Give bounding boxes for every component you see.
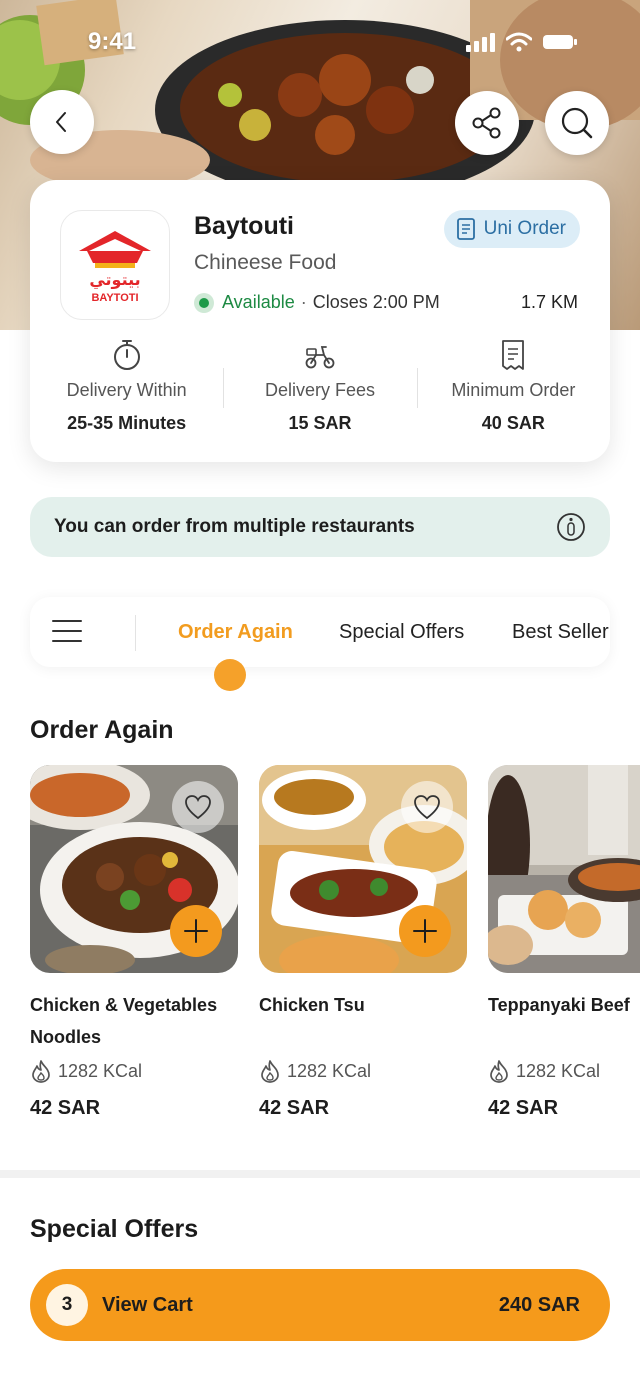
status-icons [466, 32, 578, 52]
stat-delivery-fees: Delivery Fees 15 SAR [223, 338, 416, 448]
svg-text:بيتوتي: بيتوتي [89, 270, 140, 290]
search-button[interactable] [545, 91, 609, 155]
order-again-list: Chicken & Vegetables Noodles 1282 KCal 4… [30, 765, 640, 1135]
category-tabs: Order Again Special Offers Best Seller [30, 597, 610, 667]
tab-special-offers[interactable]: Special Offers [339, 621, 464, 644]
food-calories: 1282 KCal [488, 1059, 640, 1083]
restaurant-logo: بيتوتي BAYTOTI [60, 210, 170, 320]
share-button[interactable] [455, 91, 519, 155]
signal-icon [466, 33, 495, 52]
menu-doc-icon [456, 218, 475, 240]
heart-icon [185, 795, 211, 820]
cart-total: 240 SAR [498, 1293, 580, 1316]
section-divider [0, 1170, 640, 1178]
food-name: Chicken & Vegetables Noodles [30, 995, 218, 1047]
food-calories: 1282 KCal [30, 1059, 238, 1083]
stat-minimum-order: Minimum Order 40 SAR [416, 338, 610, 448]
banner-text: You can order from multiple restaurants [54, 516, 415, 537]
food-calories: 1282 KCal [259, 1059, 467, 1083]
flame-icon [261, 1060, 279, 1083]
food-image [259, 765, 467, 973]
favorite-button[interactable] [401, 781, 453, 833]
delivery-stats: Delivery Within 25-35 Minutes Delivery F… [30, 338, 610, 448]
uni-order-label: Uni Order [483, 218, 566, 239]
view-cart-label: View Cart [102, 1293, 193, 1316]
food-price: 42 SAR [259, 1097, 330, 1119]
flame-icon [32, 1060, 50, 1083]
stat-delivery-time: Delivery Within 25-35 Minutes [30, 338, 223, 448]
availability-status: Available [222, 292, 295, 312]
availability-row: Available · Closes 2:00 PM [194, 292, 440, 313]
food-price: 42 SAR [488, 1097, 559, 1119]
food-name: Teppanyaki Beef [488, 995, 630, 1015]
separator-dot: · [300, 292, 307, 312]
heart-icon [414, 795, 440, 820]
add-to-cart-button[interactable] [399, 905, 451, 957]
plus-icon [184, 919, 208, 943]
restaurant-card: بيتوتي BAYTOTI Baytouti Chineese Food Un… [30, 180, 610, 462]
hamburger-icon [52, 620, 82, 642]
plus-icon [413, 919, 437, 943]
favorite-button[interactable] [172, 781, 224, 833]
special-offers-title: Special Offers [30, 1215, 199, 1243]
wifi-icon [506, 32, 532, 52]
tab-order-again[interactable]: Order Again [178, 621, 293, 644]
status-time: 9:41 [88, 28, 137, 55]
battery-icon [543, 35, 577, 49]
available-dot [194, 292, 214, 313]
add-to-cart-button[interactable] [170, 905, 222, 957]
food-card[interactable]: Teppanyaki Beef 1282 KCal 42 SAR [488, 765, 640, 1120]
view-cart-button[interactable]: 3 View Cart 240 SAR [30, 1269, 610, 1341]
food-image [30, 765, 238, 973]
closing-time: Closes 2:00 PM [312, 292, 440, 312]
share-icon [472, 107, 501, 139]
tabs-divider [135, 615, 136, 651]
back-button[interactable] [30, 90, 94, 154]
svg-text:BAYTOTI: BAYTOTI [91, 292, 138, 304]
scooter-icon [305, 346, 335, 369]
tab-best-seller[interactable]: Best Seller [512, 621, 609, 644]
food-price: 42 SAR [30, 1097, 101, 1119]
food-image [488, 765, 640, 973]
restaurant-name: Baytouti [194, 212, 294, 240]
search-icon [561, 107, 593, 139]
multi-restaurant-banner: You can order from multiple restaurants [30, 497, 610, 557]
info-icon[interactable] [556, 512, 586, 542]
flame-icon [490, 1060, 508, 1083]
food-card[interactable]: Chicken Tsu 1282 KCal 42 SAR [259, 765, 467, 1120]
distance: 1.7 KM [520, 292, 578, 312]
status-bar: 9:41 [0, 22, 640, 66]
food-card[interactable]: Chicken & Vegetables Noodles 1282 KCal 4… [30, 765, 238, 1120]
receipt-icon [502, 340, 525, 370]
timer-icon [113, 340, 140, 370]
restaurant-cuisine: Chineese Food [194, 251, 337, 274]
uni-order-button[interactable]: Uni Order [443, 210, 580, 248]
cart-count-badge: 3 [46, 1284, 88, 1326]
categories-menu-button[interactable] [52, 617, 102, 649]
order-again-title: Order Again [30, 716, 174, 744]
active-tab-indicator [214, 659, 246, 691]
chevron-left-icon [56, 112, 66, 132]
food-name: Chicken Tsu [259, 995, 365, 1015]
